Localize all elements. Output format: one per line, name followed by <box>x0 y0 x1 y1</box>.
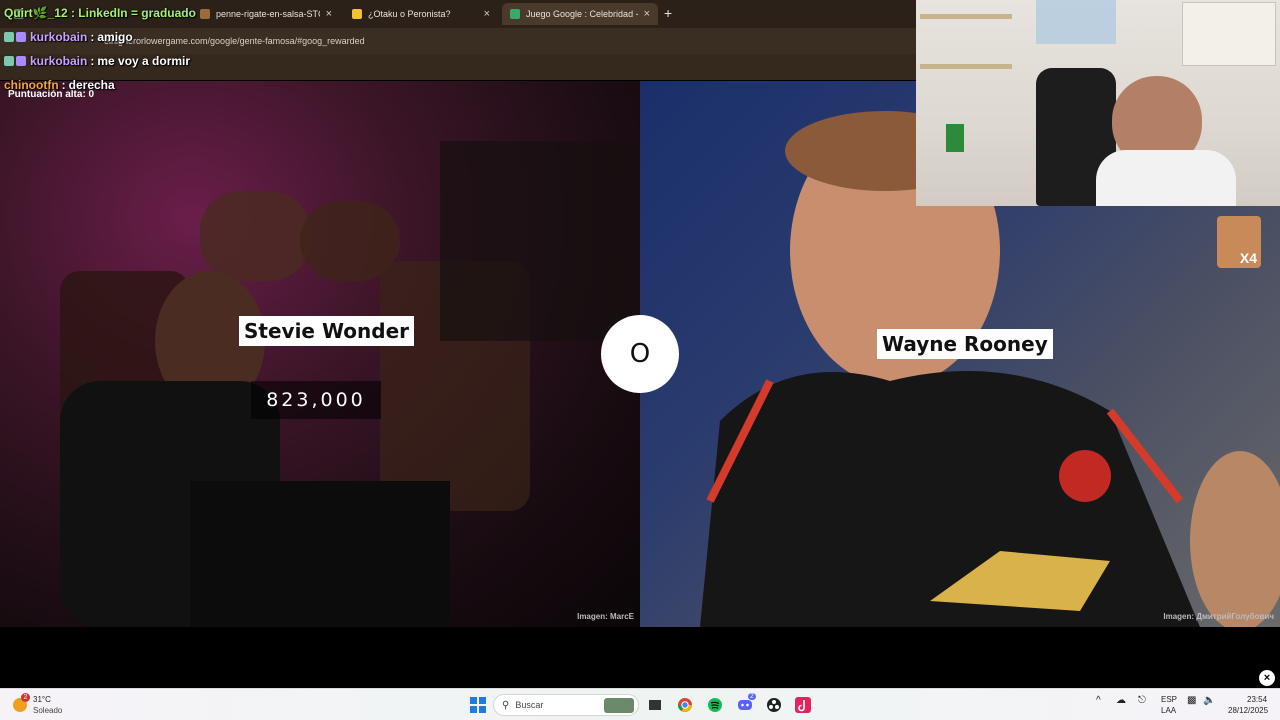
tab-label: ¿Otaku o Peronista? <box>368 9 451 19</box>
chat-text: me voy a dormir <box>97 54 191 68</box>
poster <box>1036 0 1116 44</box>
chat-message: kurkobain : amigo <box>4 30 133 44</box>
or-circle: O <box>601 315 679 393</box>
stevie-wonder-photo <box>60 141 640 627</box>
image-credit: Imagen: MarcE <box>577 612 634 621</box>
tab-label: penne-rigate-en-salsa-STC5RYL <box>216 9 320 19</box>
taskbar-search[interactable]: ⚲ Buscar <box>493 694 639 716</box>
sub-badge-icon <box>16 32 26 42</box>
moderator-badge-icon <box>4 56 14 66</box>
tab-otaku[interactable]: ¿Otaku o Peronista? × <box>344 3 498 25</box>
chevron-up-icon[interactable]: ^ <box>1096 695 1101 706</box>
clock-time[interactable]: 23:54 <box>1247 695 1267 704</box>
chat-badges <box>4 32 26 42</box>
ad-area <box>0 627 1280 688</box>
recipe-icon <box>200 9 210 19</box>
new-tab-button[interactable]: + <box>664 5 672 21</box>
chat-username: kurkobain <box>30 30 88 44</box>
tab-label: Juego Google : Celebridad - ¿Q <box>526 9 638 19</box>
url-text[interactable]: elhigherorlowergame.com/google/gente-fam… <box>104 36 365 46</box>
screen: penne-rigate-en-salsa-STC5RYL × ¿Otaku o… <box>0 0 1280 720</box>
chat-header: Quirt🌿_12 : LinkedIn = graduado <box>4 6 196 20</box>
tab-close-icon[interactable]: × <box>644 8 650 20</box>
tab-juego-google[interactable]: Juego Google : Celebridad - ¿Q × <box>502 3 658 25</box>
streamer-shirt <box>1096 150 1236 206</box>
left-search-count: 823,000 <box>251 381 381 419</box>
chrome-icon[interactable] <box>676 696 694 714</box>
chat-message: chinootfn : derecha <box>4 78 115 92</box>
discord-badge: 2 <box>748 693 756 700</box>
chat-username: kurkobain <box>30 54 88 68</box>
chat-separator: : <box>61 78 66 92</box>
windows-start-icon[interactable] <box>469 696 487 714</box>
game-icon <box>510 9 520 19</box>
tab-penne[interactable]: penne-rigate-en-salsa-STC5RYL × <box>192 3 340 25</box>
creeper-toy <box>946 124 964 152</box>
sub-badge-icon <box>16 56 26 66</box>
laugh-emote: X4 <box>1217 216 1261 268</box>
language-layout[interactable]: LAA <box>1161 706 1176 715</box>
weather-alert-badge: 2 <box>21 693 30 702</box>
tiktok-icon[interactable] <box>794 696 812 714</box>
chat-text: amigo <box>97 30 133 44</box>
search-highlight-image <box>604 698 634 713</box>
left-celebrity-name: Stevie Wonder <box>239 316 415 346</box>
spotify-icon[interactable] <box>706 696 724 714</box>
weather-desc[interactable]: Soleado <box>33 706 62 715</box>
network-icon[interactable]: ☁ <box>1116 695 1126 706</box>
hand-emoji-icon <box>352 9 362 19</box>
chat-separator: : <box>90 54 95 68</box>
display-icon[interactable]: ▩ <box>1187 695 1196 706</box>
shelf <box>920 64 1012 69</box>
chat-message: kurkobain : me voy a dormir <box>4 54 190 68</box>
chat-separator: : <box>90 30 95 44</box>
file-explorer-icon[interactable] <box>646 696 664 714</box>
weather-temp[interactable]: 31°C <box>33 695 51 704</box>
chat-username: chinootfn <box>4 78 59 92</box>
chat-badges <box>4 56 26 66</box>
address-bar[interactable]: elhigherorlowergame.com/google/gente-fam… <box>0 28 916 54</box>
shelf <box>920 14 1012 19</box>
taskbar: 2 31°C Soleado ⚲ Buscar 2 ^ ☁ ⎋ ESP LAA … <box>0 688 1280 720</box>
webcam-overlay <box>916 0 1280 206</box>
microphone-icon[interactable]: ⎋ <box>1138 695 1146 706</box>
tab-close-icon[interactable]: × <box>326 8 332 20</box>
right-celebrity-name: Wayne Rooney <box>877 329 1053 359</box>
search-icon: ⚲ <box>502 699 510 711</box>
emote-multiplier: X4 <box>1239 250 1257 266</box>
chat-header-text: Quirt🌿_12 : LinkedIn = graduado <box>4 6 196 20</box>
image-credit: Imagen: ДмитрийГолубович <box>1163 612 1274 621</box>
chat-text: derecha <box>68 78 115 92</box>
volume-icon[interactable]: 🔈 <box>1203 695 1215 706</box>
clock-date[interactable]: 28/12/2025 <box>1228 706 1268 715</box>
drawing <box>1182 2 1276 66</box>
moderator-badge-icon <box>4 32 14 42</box>
obs-icon[interactable] <box>765 696 783 714</box>
left-celebrity-panel[interactable]: Imagen: MarcE <box>0 81 640 627</box>
tab-close-icon[interactable]: × <box>484 8 490 20</box>
language-code[interactable]: ESP <box>1161 695 1177 704</box>
close-ad-button[interactable]: × <box>1259 670 1275 686</box>
search-placeholder: Buscar <box>515 700 544 710</box>
